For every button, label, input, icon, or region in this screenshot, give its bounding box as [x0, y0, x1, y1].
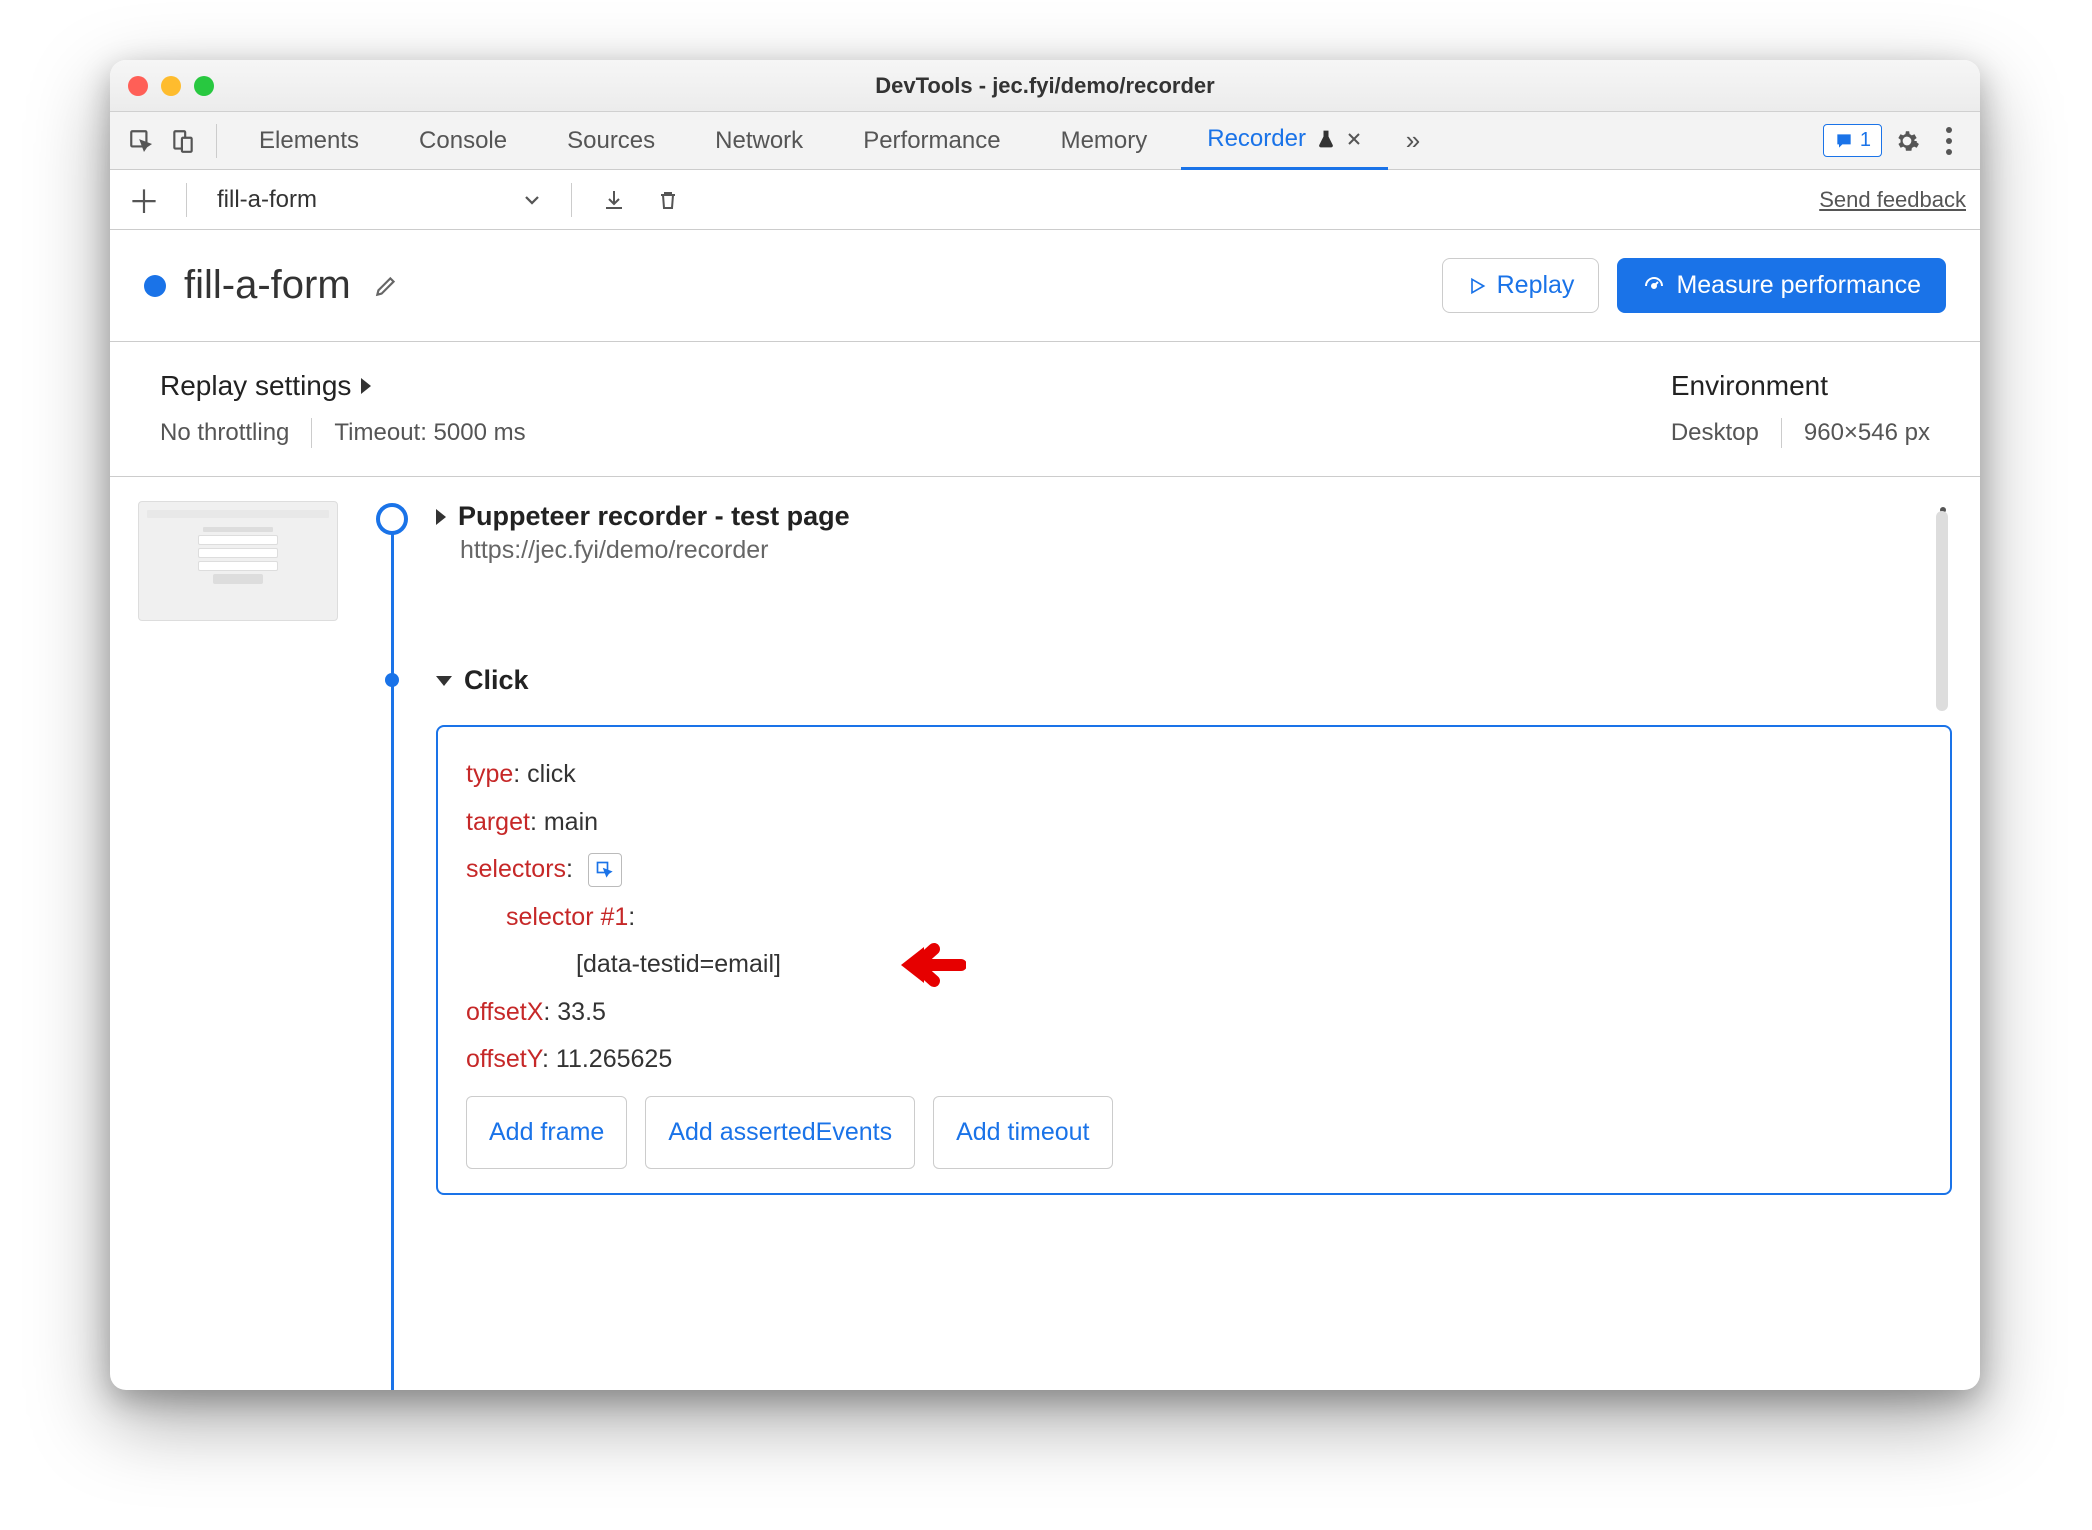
tab-memory[interactable]: Memory [1035, 112, 1174, 170]
prop-selector-1[interactable]: selector #1: [466, 894, 1922, 942]
devtools-window: DevTools - jec.fyi/demo/recorder Element… [110, 60, 1980, 1390]
play-icon [1467, 276, 1487, 296]
inspect-icon[interactable] [124, 124, 158, 158]
steps-content: Puppeteer recorder - test page https://j… [110, 477, 1980, 1390]
step-title[interactable]: Puppeteer recorder - test page [436, 501, 850, 532]
delete-button[interactable] [648, 180, 688, 220]
tab-elements[interactable]: Elements [233, 112, 385, 170]
prop-offsetx[interactable]: offsetX: 33.5 [466, 989, 1922, 1037]
devtools-tabbar: Elements Console Sources Network Perform… [110, 112, 1980, 170]
export-button[interactable] [594, 180, 634, 220]
prop-target[interactable]: target: main [466, 799, 1922, 847]
recording-dropdown[interactable]: fill-a-form [209, 186, 549, 214]
chat-icon [1834, 131, 1854, 151]
environment-label: Environment [1671, 370, 1828, 402]
tab-sources[interactable]: Sources [541, 112, 681, 170]
flask-icon [1316, 129, 1336, 149]
replay-button[interactable]: Replay [1442, 258, 1600, 313]
chevron-down-icon [523, 191, 541, 209]
step-initial: Puppeteer recorder - test page https://j… [368, 501, 1952, 565]
scrollbar[interactable] [1936, 511, 1948, 711]
device-icon[interactable] [166, 124, 200, 158]
divider [571, 183, 572, 217]
gauge-icon [1642, 274, 1666, 298]
tab-console[interactable]: Console [393, 112, 533, 170]
prop-offsety[interactable]: offsetY: 11.265625 [466, 1036, 1922, 1084]
prop-selectors[interactable]: selectors: [466, 846, 1922, 894]
new-recording-button[interactable]: ＋ [124, 180, 164, 220]
caret-down-icon [436, 676, 452, 686]
recording-header: fill-a-form Replay Measure performance [110, 230, 1980, 342]
caret-right-icon [361, 378, 371, 394]
replay-settings-toggle[interactable]: Replay settings [160, 370, 526, 402]
add-timeout-button[interactable]: Add timeout [933, 1096, 1112, 1170]
status-dot [144, 275, 166, 297]
measure-performance-button[interactable]: Measure performance [1617, 258, 1946, 313]
titlebar: DevTools - jec.fyi/demo/recorder [110, 60, 1980, 112]
divider [186, 183, 187, 217]
issues-badge[interactable]: 1 [1823, 124, 1882, 157]
close-tab-icon[interactable] [1346, 131, 1362, 147]
add-frame-button[interactable]: Add frame [466, 1096, 627, 1170]
step-url: https://jec.fyi/demo/recorder [460, 536, 850, 565]
step-click: Click type: click target: main selectors… [368, 665, 1952, 1195]
selector-value[interactable]: [data-testid=email] [466, 941, 1922, 989]
edit-title-button[interactable] [369, 269, 403, 303]
tab-network[interactable]: Network [689, 112, 829, 170]
timeline: Puppeteer recorder - test page https://j… [368, 501, 1952, 1390]
settings-row: Replay settings No throttling Timeout: 5… [110, 342, 1980, 477]
tab-performance[interactable]: Performance [837, 112, 1026, 170]
page-thumbnail [138, 501, 338, 621]
more-tabs-icon[interactable]: » [1396, 124, 1430, 158]
divider [216, 124, 217, 158]
step-title[interactable]: Click [436, 665, 529, 696]
step-marker [376, 503, 408, 535]
more-menu-icon[interactable] [1932, 124, 1966, 158]
send-feedback-link[interactable]: Send feedback [1819, 187, 1966, 213]
annotation-arrow [896, 921, 966, 1031]
step-details: type: click target: main selectors: sele… [436, 725, 1952, 1195]
viewport-value: 960×546 px [1804, 419, 1930, 447]
recording-title: fill-a-form [184, 263, 351, 308]
device-value: Desktop [1671, 419, 1759, 447]
timeout-value: Timeout: 5000 ms [334, 419, 525, 447]
recorder-toolbar: ＋ fill-a-form Send feedback [110, 170, 1980, 230]
add-asserted-events-button[interactable]: Add assertedEvents [645, 1096, 915, 1170]
tab-recorder[interactable]: Recorder [1181, 112, 1388, 170]
prop-type[interactable]: type: click [466, 751, 1922, 799]
caret-right-icon [436, 509, 446, 525]
step-marker [385, 673, 399, 687]
throttling-value: No throttling [160, 419, 289, 447]
window-title: DevTools - jec.fyi/demo/recorder [110, 73, 1980, 99]
settings-icon[interactable] [1890, 124, 1924, 158]
pick-selector-button[interactable] [588, 853, 622, 887]
